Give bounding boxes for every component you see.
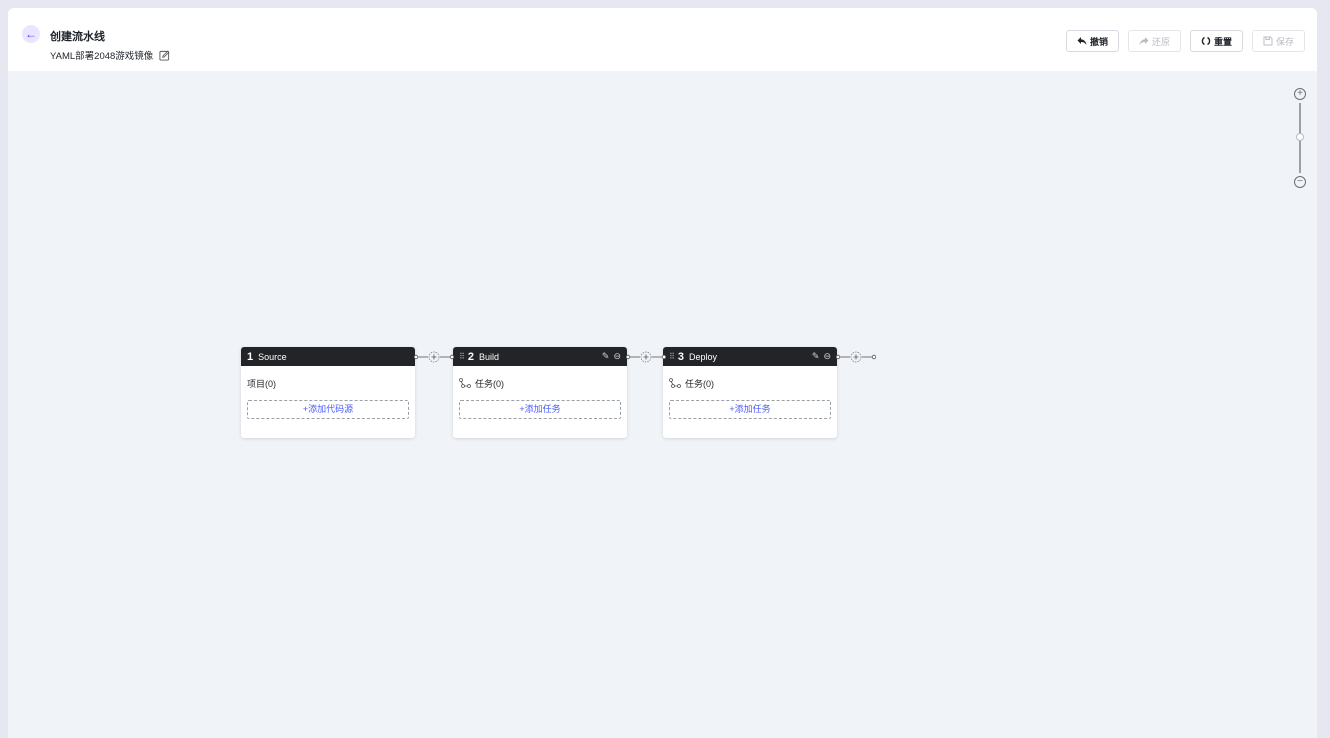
save-button[interactable]: 保存 xyxy=(1251,30,1305,52)
reset-icon xyxy=(1201,36,1211,46)
stage-source: 1 Source 项目(0) +添加代码源 xyxy=(241,347,415,438)
stage-number: 2 xyxy=(467,350,474,363)
add-task-button[interactable]: +添加任务 xyxy=(459,400,621,419)
undo-label: 撤销 xyxy=(1089,36,1108,47)
undo-button[interactable]: 撤销 xyxy=(1065,30,1119,52)
toolbar: 撤销 还原 重置 保存 xyxy=(1065,30,1305,52)
edit-icon[interactable]: ✎ xyxy=(812,352,820,361)
task-count-label: 任务(0) xyxy=(685,378,714,389)
task-count: 任务(0) xyxy=(669,376,831,390)
stage-name: Source xyxy=(258,351,287,362)
stage-connector xyxy=(836,351,876,363)
stage-connector xyxy=(414,351,454,363)
add-stage-icon[interactable] xyxy=(850,351,862,363)
stage-build: ⠿ 2 Build ✎ ⊖ 任务(0) +添加任务 xyxy=(453,347,627,438)
page-title: 创建流水线 xyxy=(50,31,105,43)
stage-header: ⠿ 3 Deploy ✎ ⊖ xyxy=(663,347,837,366)
project-count: 项目(0) xyxy=(247,376,409,390)
stage-number: 3 xyxy=(677,350,684,363)
zoom-in-icon[interactable]: + xyxy=(1294,88,1306,100)
redo-icon xyxy=(1139,37,1149,45)
stage-name: Build xyxy=(478,351,499,362)
save-label: 保存 xyxy=(1275,36,1294,47)
stage-header: 1 Source xyxy=(241,347,415,366)
stage-name: Deploy xyxy=(688,351,717,362)
drag-handle-icon[interactable]: ⠿ xyxy=(669,352,675,361)
save-icon xyxy=(1263,36,1273,46)
project-count-label: 项目(0) xyxy=(247,378,276,389)
undo-icon xyxy=(1077,37,1087,45)
reset-button[interactable]: 重置 xyxy=(1189,30,1243,52)
stage-deploy: ⠿ 3 Deploy ✎ ⊖ 任务(0) +添加任务 xyxy=(663,347,837,438)
remove-icon[interactable]: ⊖ xyxy=(823,352,831,361)
add-source-button[interactable]: +添加代码源 xyxy=(247,400,409,419)
reset-label: 重置 xyxy=(1213,36,1232,47)
workflow-icon xyxy=(459,378,471,388)
zoom-out-icon[interactable]: − xyxy=(1294,176,1306,188)
task-count-label: 任务(0) xyxy=(475,378,504,389)
edit-icon[interactable]: ✎ xyxy=(602,352,610,361)
zoom-control: + − xyxy=(1293,88,1307,188)
pipeline-name: YAML部署2048游戏镜像 xyxy=(50,51,154,62)
zoom-slider-handle[interactable] xyxy=(1296,133,1304,141)
drag-handle-icon[interactable]: ⠿ xyxy=(459,352,465,361)
redo-label: 还原 xyxy=(1151,36,1170,47)
app-frame: ← 创建流水线 YAML部署2048游戏镜像 撤销 还原 重置 保存 + − 1… xyxy=(8,8,1317,738)
add-stage-icon[interactable] xyxy=(640,351,652,363)
back-arrow-icon[interactable]: ← xyxy=(22,25,40,43)
stage-number: 1 xyxy=(247,350,254,363)
workflow-icon xyxy=(669,378,681,388)
task-count: 任务(0) xyxy=(459,376,621,390)
edit-icon[interactable] xyxy=(159,50,170,61)
add-stage-icon[interactable] xyxy=(428,351,440,363)
pipeline-name-row: YAML部署2048游戏镜像 xyxy=(50,48,170,62)
stage-header: ⠿ 2 Build ✎ ⊖ xyxy=(453,347,627,366)
add-task-button[interactable]: +添加任务 xyxy=(669,400,831,419)
page-header: ← 创建流水线 YAML部署2048游戏镜像 撤销 还原 重置 保存 xyxy=(8,8,1317,71)
redo-button[interactable]: 还原 xyxy=(1127,30,1181,52)
stage-connector xyxy=(626,351,666,363)
remove-icon[interactable]: ⊖ xyxy=(613,352,621,361)
